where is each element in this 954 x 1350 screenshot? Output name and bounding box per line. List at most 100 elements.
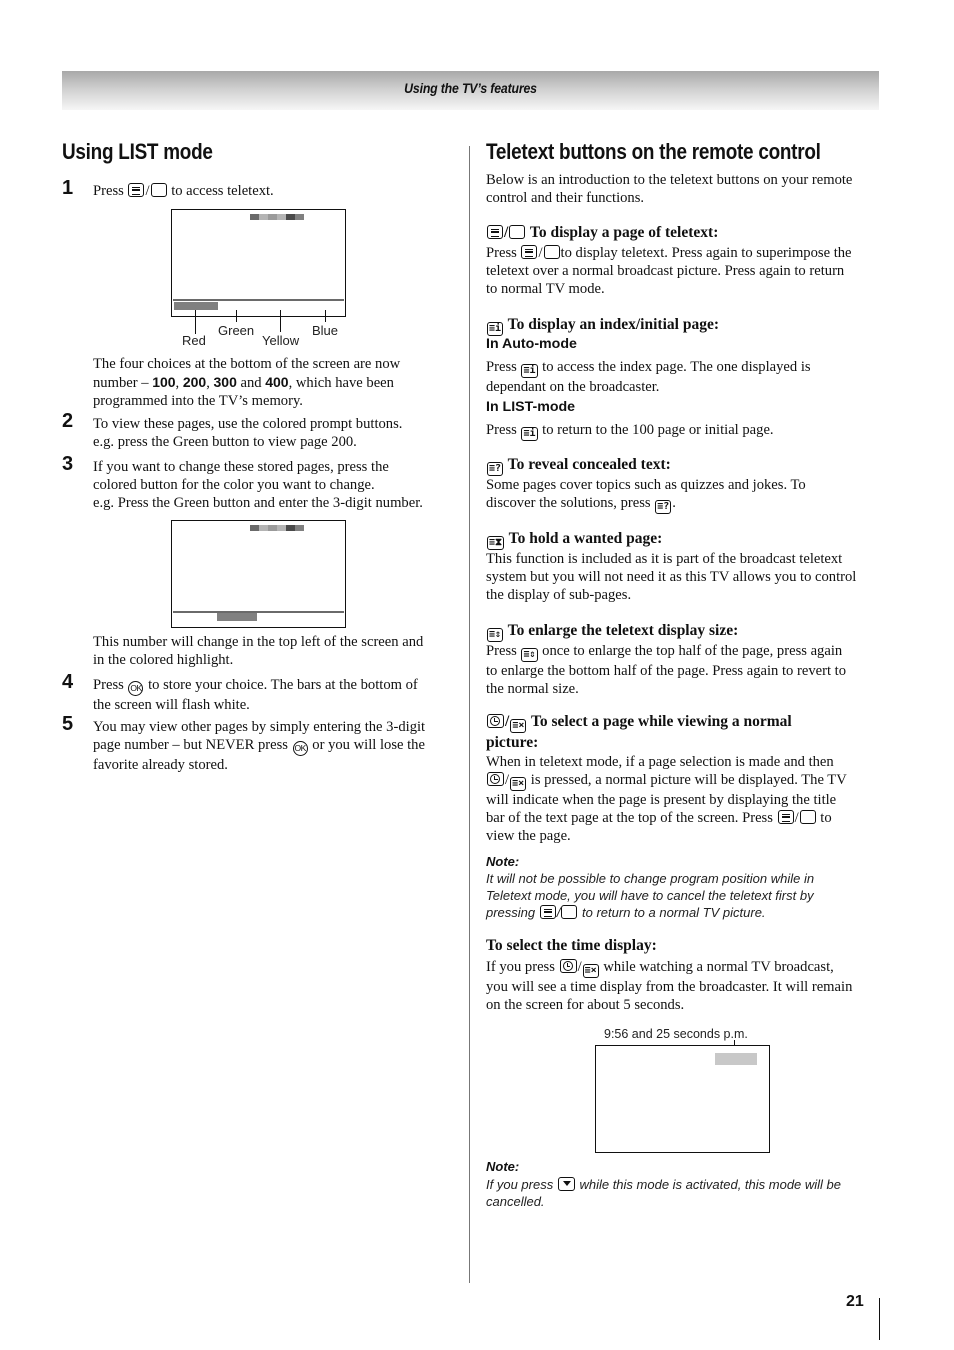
select-heading: / ≡× To select a page while viewing a nor… <box>486 712 792 752</box>
auto-line-1: Press ≡i to access the index page. The o… <box>486 358 811 378</box>
reveal-pre: discover the solutions, press <box>486 495 651 511</box>
intro-line-2: control and their functions. <box>486 190 645 206</box>
label-red: Red <box>182 333 206 348</box>
step-2-text: To view these pages, use the colored pro… <box>93 415 402 451</box>
note-2-line-2: cancelled. <box>486 1194 545 1209</box>
page-100: 100 <box>152 374 176 390</box>
enlarge-heading-text: To enlarge the teletext display size: <box>507 622 739 639</box>
label-yellow: Yellow <box>262 333 300 348</box>
tv-diagram-list-red <box>171 209 346 317</box>
display-post: to display teletext. Press again to supe… <box>560 245 852 261</box>
hold-line-3: the display of sub-pages. <box>486 587 632 603</box>
step-5-line-3: favorite already stored. <box>93 757 228 773</box>
reveal-heading: ≡? To reveal concealed text: <box>486 455 671 476</box>
size-icon: ≡⇕ <box>487 628 504 642</box>
select-line-1: When in teletext mode, if a page selecti… <box>486 754 834 770</box>
down-arrow-icon <box>557 1177 575 1191</box>
reveal-heading-text: To reveal concealed text: <box>507 456 671 473</box>
hold-paragraph: This function is included as it is part … <box>486 550 856 604</box>
mix-icon <box>509 225 526 239</box>
step-number-1: 1 <box>62 177 74 199</box>
column-divider <box>469 146 470 1283</box>
cancel-icon: ≡× <box>582 964 599 978</box>
index-heading: ≡i To display an index/initial page: <box>486 315 719 336</box>
select-heading-line-2: picture: <box>486 734 539 751</box>
auto-pre: Press <box>486 359 517 375</box>
step-4-pre: Press <box>93 677 124 693</box>
left-title: Using LIST mode <box>62 139 213 164</box>
sep: , <box>175 375 183 391</box>
select-line-2: / ≡× is pressed, a normal picture will be… <box>486 771 847 791</box>
auto-mode-paragraph: Press ≡i to access the index page. The o… <box>486 358 811 396</box>
hold-heading-text: To hold a wanted page: <box>508 530 663 547</box>
enlarge-line-3: the normal size. <box>486 681 579 697</box>
choices-line-2: number – 100, 200, 300 and 400, which ha… <box>93 373 400 392</box>
note-1-line-1: It will not be possible to change progra… <box>486 871 815 886</box>
display-line-2: teletext over a normal broadcast picture… <box>486 263 845 279</box>
intro-paragraph: Below is an introduction to the teletext… <box>486 171 852 207</box>
mix-icon <box>150 183 167 197</box>
teletext-icon <box>128 183 145 197</box>
note-1-post: to return to a normal TV picture. <box>582 905 766 920</box>
ok-icon: OK <box>128 681 144 696</box>
hold-line-1: This function is included as it is part … <box>486 551 843 567</box>
label-green: Green <box>218 323 255 338</box>
section-header-band: Using the TV’s features <box>62 71 879 110</box>
clock-icon <box>487 772 504 786</box>
list-post: to return to the 100 page or initial pag… <box>542 422 774 438</box>
step-2-line-2: e.g. press the Green button to view page… <box>93 434 357 450</box>
note-2-line-1: If you press while this mode is activate… <box>486 1176 841 1193</box>
note-1-pre: pressing <box>486 905 536 920</box>
enlarge-line-2: to enlarge the bottom half of the page. … <box>486 663 847 679</box>
step-5-line-2: page number – but NEVER press OK or you … <box>93 736 425 756</box>
section-title: Using the TV’s features <box>404 80 537 96</box>
choices-post: , which have been <box>288 375 394 391</box>
sep: and <box>236 375 266 391</box>
enlarge-heading: ≡⇕ To enlarge the teletext display size: <box>486 621 738 642</box>
change-paragraph: This number will change in the top left … <box>93 633 423 669</box>
step-3-line-2: colored button for the color you want to… <box>93 477 375 493</box>
teletext-icon <box>777 810 794 824</box>
choices-paragraph: The four choices at the bottom of the sc… <box>93 355 400 410</box>
mix-icon <box>561 905 578 919</box>
step-5-text: You may view other pages by simply enter… <box>93 718 425 774</box>
time-post: while watching a normal TV broadcast, <box>603 959 834 975</box>
step-number-2: 2 <box>62 410 74 432</box>
display-line-3: to normal TV mode. <box>486 281 605 297</box>
step-1-pre: Press <box>93 183 124 199</box>
time-heading: To select the time display: <box>486 937 657 954</box>
display-heading: / To display a page of teletext: <box>486 223 718 242</box>
hold-icon: ≡⧗ <box>487 536 505 550</box>
tv-diagram-list-green <box>171 520 346 628</box>
time-line-3: on the screen for about 5 seconds. <box>486 997 685 1013</box>
size-icon: ≡⇕ <box>521 648 538 662</box>
step-5-post: or you will lose the <box>312 737 425 753</box>
step-number-5: 5 <box>62 713 74 735</box>
step-2-line-1: To view these pages, use the colored pro… <box>93 416 403 432</box>
reveal-post: . <box>672 495 676 511</box>
note-1-line-2: Teletext mode, you will have to cancel t… <box>486 888 814 903</box>
note-2-title: Note: <box>486 1159 520 1174</box>
choices-line-1: The four choices at the bottom of the sc… <box>93 356 401 372</box>
clock-icon <box>487 714 504 728</box>
index-icon: ≡i <box>521 364 538 378</box>
cancel-icon: ≡× <box>510 719 527 733</box>
step-4-line-1: Press OK to store your choice. The bars … <box>93 676 418 696</box>
teletext-icon <box>539 905 556 919</box>
step-4-post: to store your choice. The bars at the bo… <box>148 677 418 693</box>
choices-pre: number – <box>93 375 153 391</box>
display-pre: Press <box>486 245 517 261</box>
intro-line-1: Below is an introduction to the teletext… <box>486 172 853 188</box>
note-1-title: Note: <box>486 854 520 869</box>
clock-icon <box>559 959 577 973</box>
reveal-icon: ≡? <box>487 462 504 476</box>
note-1-line-3: pressing / to return to a normal TV pict… <box>486 905 766 920</box>
step-3-text: If you want to change these stored pages… <box>93 458 423 512</box>
display-line-1: Press / to display teletext. Press again … <box>486 245 852 261</box>
step-number-4: 4 <box>62 671 74 693</box>
select-line-3: will indicate when the page is present b… <box>486 792 837 808</box>
select-heading-line-1: / ≡× To select a page while viewing a nor… <box>486 712 792 733</box>
reveal-icon: ≡? <box>655 500 672 514</box>
label-blue: Blue <box>312 323 339 338</box>
index-icon: ≡i <box>487 322 504 336</box>
